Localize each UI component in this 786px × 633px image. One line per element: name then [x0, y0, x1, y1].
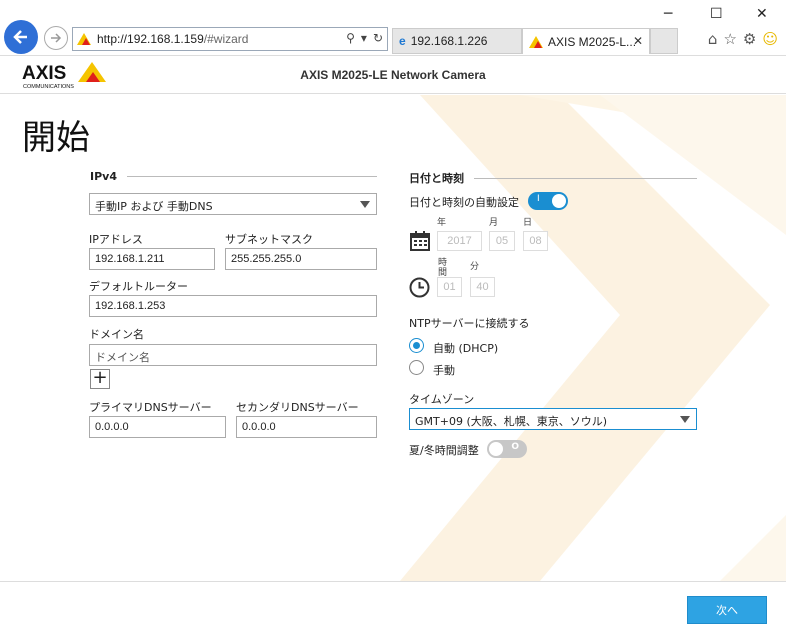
close-tab-icon[interactable]: ✕: [633, 34, 643, 48]
wizard-footer: [0, 581, 786, 633]
minute-field[interactable]: 40: [470, 277, 495, 297]
subnet-mask-field[interactable]: 255.255.255.0: [225, 248, 377, 270]
month-label: 月: [489, 218, 499, 228]
svg-text:COMMUNICATIONS: COMMUNICATIONS: [23, 84, 74, 90]
chevron-down-icon: [360, 201, 370, 208]
settings-gear-icon[interactable]: ⚙: [743, 30, 756, 48]
add-domain-button[interactable]: +: [90, 369, 110, 389]
hour-field[interactable]: 01: [437, 277, 462, 297]
minimize-icon[interactable]: ─: [664, 6, 672, 22]
tab-label: AXIS M2025-L...: [548, 34, 637, 49]
tab-axis-camera[interactable]: AXIS M2025-L... ✕: [522, 28, 650, 54]
back-button[interactable]: [4, 20, 38, 54]
toggle-knob: [552, 194, 566, 208]
primary-dns-field[interactable]: 0.0.0.0: [89, 416, 226, 438]
datetime-heading: 日付と時刻: [409, 170, 697, 186]
year-label: 年: [437, 218, 447, 228]
page-title: 開始: [22, 118, 90, 158]
tab-label: 192.168.1.226: [410, 34, 488, 48]
minute-label: 分: [470, 262, 480, 272]
url-text: http://192.168.1.159/#wizard: [97, 32, 249, 46]
dst-toggle[interactable]: O: [487, 440, 527, 458]
ntp-auto-radio[interactable]: [409, 338, 424, 353]
app-title: AXIS M2025-LE Network Camera: [300, 68, 486, 82]
axis-favicon-icon: [529, 35, 543, 48]
ipv4-mode-select[interactable]: 手動IP および 手動DNS: [89, 193, 377, 215]
timezone-select[interactable]: GMT+09 (大阪、札幌、東京、ソウル): [409, 408, 697, 430]
hour-label: 時間: [438, 258, 448, 278]
ipv4-heading: IPv4: [90, 170, 377, 183]
default-router-label: デフォルトルーター: [89, 280, 188, 293]
secondary-dns-field[interactable]: 0.0.0.0: [236, 416, 377, 438]
search-icon[interactable]: ⚲: [346, 31, 355, 45]
month-field[interactable]: 05: [489, 231, 515, 251]
ip-address-field[interactable]: 192.168.1.211: [89, 248, 215, 270]
favorites-star-icon[interactable]: ☆: [723, 30, 736, 48]
auto-datetime-label: 日付と時刻の自動設定: [409, 196, 519, 209]
toggle-off-mark: O: [511, 442, 519, 452]
ipv4-mode-value: 手動IP および 手動DNS: [95, 200, 213, 213]
default-router-field[interactable]: 192.168.1.253: [89, 295, 377, 317]
day-field[interactable]: 08: [523, 231, 548, 251]
address-bar[interactable]: http://192.168.1.159/#wizard ⚲ ▾ ↻: [72, 27, 388, 51]
maximize-icon[interactable]: ☐: [710, 6, 723, 22]
smiley-feedback-icon[interactable]: ☺: [762, 30, 778, 48]
close-window-icon[interactable]: ✕: [756, 6, 768, 22]
ntp-label: NTPサーバーに接続する: [409, 317, 530, 330]
year-field[interactable]: 2017: [437, 231, 482, 251]
timezone-label: タイムゾーン: [409, 393, 475, 406]
calendar-icon: [410, 231, 430, 251]
back-arrow-icon: [13, 30, 27, 44]
refresh-icon[interactable]: ↻: [373, 31, 383, 45]
ip-address-label: IPアドレス: [89, 233, 143, 246]
chevron-down-icon: [680, 416, 690, 423]
dropdown-icon[interactable]: ▾: [361, 31, 367, 45]
axis-favicon-icon: [77, 33, 91, 45]
auto-datetime-toggle[interactable]: I: [528, 192, 568, 210]
ntp-manual-label: 手動: [433, 364, 455, 377]
toggle-on-mark: I: [537, 194, 540, 204]
dst-label: 夏/冬時間調整: [409, 444, 479, 457]
secondary-dns-label: セカンダリDNSサーバー: [236, 401, 359, 414]
forward-button[interactable]: [44, 26, 68, 50]
ntp-manual-radio[interactable]: [409, 360, 424, 375]
new-tab-button[interactable]: [650, 28, 678, 54]
subnet-mask-label: サブネットマスク: [225, 233, 313, 246]
forward-arrow-icon: [51, 33, 62, 43]
domain-name-label: ドメイン名: [89, 328, 144, 341]
next-button[interactable]: 次へ: [687, 596, 767, 624]
tab-192-168-1-226[interactable]: e 192.168.1.226: [392, 28, 522, 54]
day-label: 日: [523, 218, 533, 228]
browser-chrome: ─ ☐ ✕ http://192.168.1.159/#wizard ⚲ ▾ ↻…: [0, 0, 786, 56]
domain-name-field[interactable]: ドメイン名: [89, 344, 377, 366]
home-icon[interactable]: ⌂: [708, 30, 718, 48]
app-header: AXIS COMMUNICATIONS AXIS M2025-LE Networ…: [0, 56, 786, 94]
primary-dns-label: プライマリDNSサーバー: [89, 401, 212, 414]
clock-icon: [409, 277, 430, 298]
toggle-knob: [489, 442, 503, 456]
ntp-auto-label: 自動 (DHCP): [433, 342, 499, 355]
timezone-value: GMT+09 (大阪、札幌、東京、ソウル): [415, 415, 608, 428]
ie-icon: e: [399, 34, 406, 48]
